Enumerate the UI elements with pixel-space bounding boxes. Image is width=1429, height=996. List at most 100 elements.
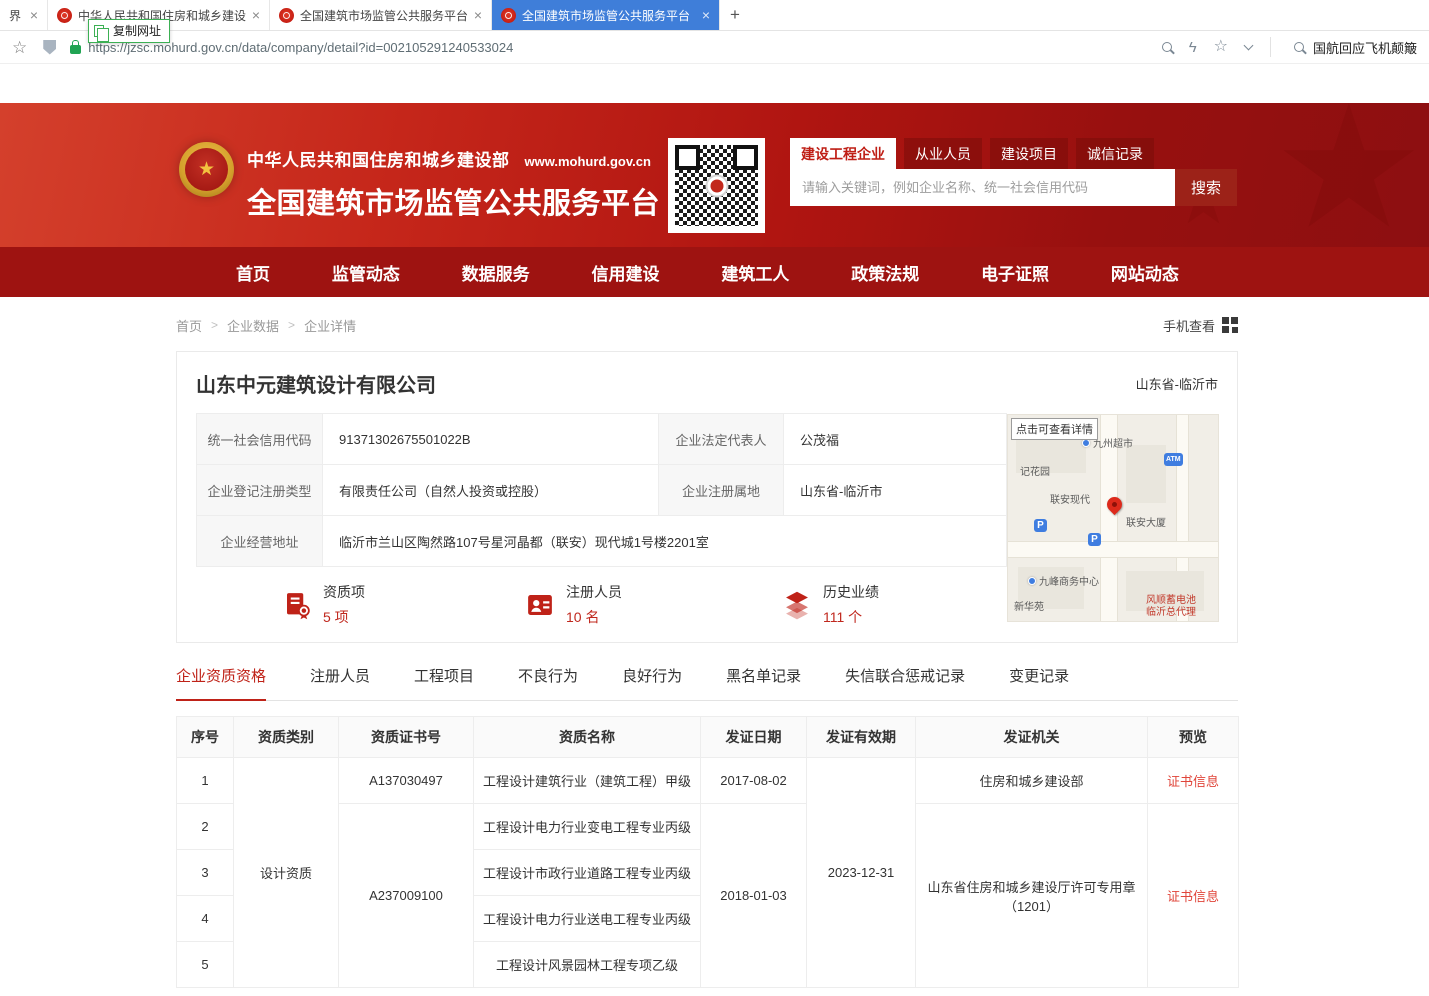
new-tab-button[interactable]: +: [720, 0, 750, 30]
nav-item-construction-workers[interactable]: 建筑工人: [721, 260, 789, 285]
search-tab-credit-records[interactable]: 诚信记录: [1076, 138, 1154, 169]
nav-item-e-certificates[interactable]: 电子证照: [981, 260, 1049, 285]
stat-qualifications[interactable]: 资质项 5 项: [282, 582, 365, 627]
table-row: 1 设计资质 A137030497 工程设计建筑行业（建筑工程）甲级 2017-…: [177, 758, 1239, 804]
qual-seq: 3: [177, 850, 234, 896]
site-favicon-icon: [57, 8, 72, 23]
col-header-seq: 序号: [177, 717, 234, 758]
company-name: 山东中元建筑设计有限公司: [196, 369, 436, 398]
url-box[interactable]: https://jzsc.mohurd.gov.cn/data/company/…: [70, 40, 1144, 55]
tab-title: 界: [9, 7, 24, 24]
close-icon[interactable]: ×: [702, 7, 710, 23]
breadcrumb-separator: >: [288, 318, 295, 332]
breadcrumb-home[interactable]: 首页: [176, 316, 202, 335]
company-info-table: 统一社会信用代码 91371302675501022B 企业法定代表人 公茂福 …: [196, 413, 1007, 567]
mobile-view-label: 手机查看: [1163, 316, 1215, 335]
search-tab-practitioners[interactable]: 从业人员: [904, 138, 982, 169]
nav-item-site-news[interactable]: 网站动态: [1111, 260, 1179, 285]
tab-title: 全国建筑市场监管公共服务平台: [300, 7, 468, 24]
qual-name: 工程设计市政行业道路工程专业丙级: [474, 850, 701, 896]
browser-address-bar: ☆ https://jzsc.mohurd.gov.cn/data/compan…: [0, 31, 1429, 64]
qual-name: 工程设计电力行业送电工程专业丙级: [474, 896, 701, 942]
tab-title: 全国建筑市场监管公共服务平台: [522, 7, 696, 24]
tab-bad-behavior[interactable]: 不良行为: [518, 665, 578, 700]
info-label-credit-code: 统一社会信用代码: [197, 414, 323, 465]
close-icon[interactable]: ×: [30, 7, 38, 23]
parking-icon: P: [1034, 519, 1047, 532]
site-info-shield-icon[interactable]: [43, 40, 56, 55]
cert-info-link[interactable]: 证书信息: [1167, 889, 1219, 904]
table-row: 企业经营地址 临沂市兰山区陶然路107号星河晶都（联安）现代城1号楼2201室: [197, 516, 1007, 567]
map-road: [1008, 541, 1218, 558]
tab-projects[interactable]: 工程项目: [414, 665, 474, 700]
col-header-validity: 发证有效期: [807, 717, 916, 758]
search-tab-construction-enterprise[interactable]: 建设工程企业: [790, 138, 896, 169]
nav-item-home[interactable]: 首页: [236, 260, 270, 285]
qual-preview: 证书信息: [1148, 804, 1239, 988]
mobile-view-button[interactable]: 手机查看: [1163, 316, 1238, 335]
nav-item-credit-building[interactable]: 信用建设: [592, 260, 660, 285]
browser-tab-1[interactable]: 界 ×: [0, 0, 48, 30]
tab-dishonesty-records[interactable]: 失信联合惩戒记录: [845, 665, 965, 700]
table-row: 企业登记注册类型 有限责任公司（自然人投资或控股） 企业注册属地 山东省-临沂市: [197, 465, 1007, 516]
nav-item-data-service[interactable]: 数据服务: [462, 260, 530, 285]
bookmark-star-icon[interactable]: ☆: [12, 39, 27, 56]
cert-info-link[interactable]: 证书信息: [1167, 774, 1219, 789]
nav-item-policies[interactable]: 政策法规: [851, 260, 919, 285]
map-poi-label: 记花园: [1020, 463, 1050, 478]
tab-change-records[interactable]: 变更记录: [1009, 665, 1069, 700]
lightning-icon[interactable]: ϟ: [1189, 40, 1197, 55]
search-button[interactable]: 搜索: [1175, 169, 1237, 206]
tab-qualifications[interactable]: 企业资质资格: [176, 665, 266, 701]
tab-registered-personnel[interactable]: 注册人员: [310, 665, 370, 700]
tab-blacklist[interactable]: 黑名单记录: [726, 665, 801, 700]
chevron-down-icon[interactable]: [1245, 45, 1252, 49]
company-region: 山东省-临沂市: [1136, 374, 1218, 393]
map-poi-label: 联安现代: [1050, 491, 1090, 506]
info-value-legal-person: 公茂福: [784, 414, 1007, 465]
breadcrumb: 首页 > 企业数据 > 企业详情: [176, 316, 356, 335]
zoom-icon[interactable]: [1162, 42, 1172, 52]
favorite-star-icon[interactable]: ☆: [1214, 39, 1228, 55]
certificate-icon: [282, 590, 312, 620]
browser-tab-active[interactable]: 全国建筑市场监管公共服务平台 ×: [492, 0, 720, 30]
keyword-search-input[interactable]: [790, 169, 1175, 206]
search-category-tabs: 建设工程企业 从业人员 建设项目 诚信记录: [790, 138, 1237, 169]
address-bar-actions: ϟ ☆ 国航回应飞机颠簸: [1145, 37, 1417, 57]
stat-performance[interactable]: 历史业绩 111 个: [782, 582, 879, 627]
nav-item-supervision-news[interactable]: 监管动态: [332, 260, 400, 285]
info-value-reg-type: 有限责任公司（自然人投资或控股）: [323, 465, 659, 516]
map-poi-label: 九峰商务中心: [1028, 573, 1099, 588]
map-widget[interactable]: 点击可查看详情 九州超市 记花园 联安现代 联安大厦 九峰商务中心 新华苑 风顺…: [1007, 414, 1219, 622]
stat-value: 111 个: [823, 607, 879, 627]
ministry-name: 中华人民共和国住房和城乡建设部: [247, 146, 510, 171]
table-row: 统一社会信用代码 91371302675501022B 企业法定代表人 公茂福: [197, 414, 1007, 465]
close-icon[interactable]: ×: [252, 7, 260, 23]
qual-seq: 4: [177, 896, 234, 942]
qual-name: 工程设计建筑行业（建筑工程）甲级: [474, 758, 701, 804]
col-header-issue-date: 发证日期: [701, 717, 807, 758]
company-card: 山东中元建筑设计有限公司 山东省-临沂市 统一社会信用代码 9137130267…: [176, 351, 1238, 643]
copy-url-tooltip[interactable]: 复制网址: [88, 19, 170, 43]
breadcrumb-company-data[interactable]: 企业数据: [227, 316, 279, 335]
info-label-legal-person: 企业法定代表人: [659, 414, 784, 465]
stat-registered-personnel[interactable]: 注册人员 10 名: [525, 582, 622, 627]
layers-icon: [782, 590, 812, 620]
qual-category: 设计资质: [234, 758, 339, 988]
lock-icon: [70, 45, 81, 54]
col-header-name: 资质名称: [474, 717, 701, 758]
qual-authority: 山东省住房和城乡建设厅许可专用章（1201）: [916, 804, 1148, 988]
stat-value: 5 项: [323, 607, 365, 627]
breadcrumb-company-detail[interactable]: 企业详情: [304, 316, 356, 335]
info-label-reg-type: 企业登记注册类型: [197, 465, 323, 516]
info-value-credit-code: 91371302675501022B: [323, 414, 659, 465]
qual-name: 工程设计电力行业变电工程专业丙级: [474, 804, 701, 850]
close-icon[interactable]: ×: [474, 7, 482, 23]
search-icon[interactable]: [1294, 42, 1304, 52]
qual-issue-date: 2017-08-02: [701, 758, 807, 804]
browser-quick-search[interactable]: 国航回应飞机颠簸: [1313, 38, 1417, 57]
tab-good-behavior[interactable]: 良好行为: [622, 665, 682, 700]
search-tab-projects[interactable]: 建设项目: [990, 138, 1068, 169]
stat-label: 历史业绩: [823, 582, 879, 602]
browser-tab-3[interactable]: 全国建筑市场监管公共服务平台 ×: [270, 0, 492, 30]
